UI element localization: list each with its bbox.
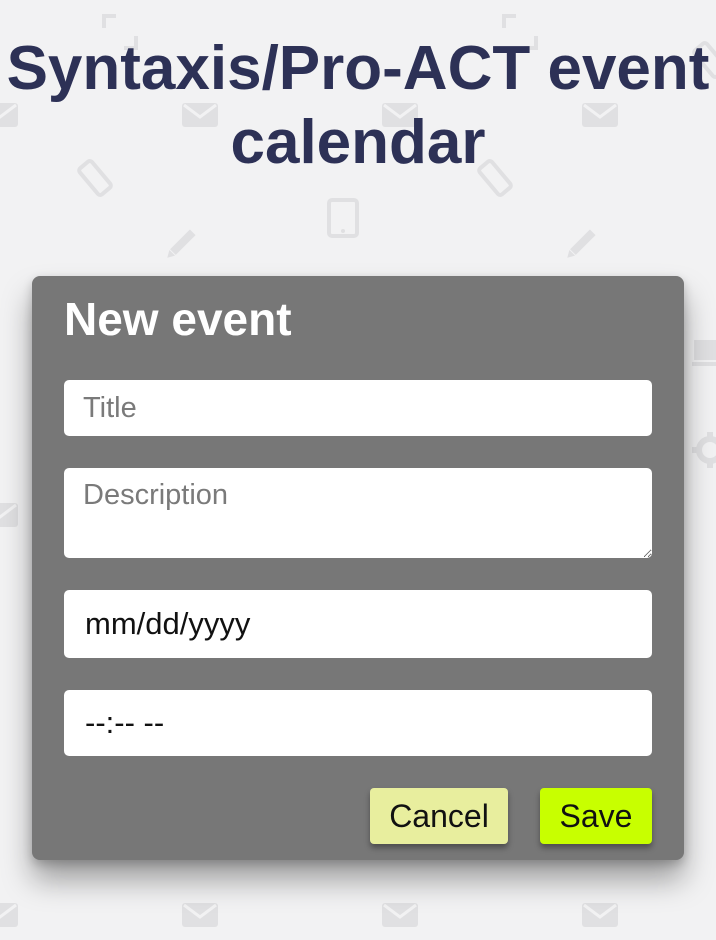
date-input[interactable]: mm/dd/yyyy bbox=[64, 590, 652, 658]
save-button[interactable]: Save bbox=[540, 788, 652, 844]
coffee-cup-icon bbox=[690, 330, 716, 370]
page-title: Syntaxis/Pro-ACT event calendar bbox=[6, 34, 710, 177]
envelope-icon bbox=[580, 895, 620, 935]
envelope-icon bbox=[0, 895, 20, 935]
description-input[interactable] bbox=[64, 468, 652, 558]
envelope-icon bbox=[0, 495, 20, 535]
pencil-icon bbox=[560, 225, 600, 265]
gear-icon bbox=[690, 430, 716, 470]
new-event-dialog: New event mm/dd/yyyy --:-- -- Cancel Sav… bbox=[32, 276, 684, 860]
envelope-icon bbox=[180, 895, 220, 935]
title-input[interactable] bbox=[64, 380, 652, 436]
time-input[interactable]: --:-- -- bbox=[64, 690, 652, 756]
tablet-icon bbox=[323, 198, 363, 238]
cancel-button[interactable]: Cancel bbox=[370, 788, 508, 844]
dialog-title: New event bbox=[64, 293, 292, 345]
pencil-icon bbox=[160, 225, 200, 265]
envelope-icon bbox=[380, 895, 420, 935]
